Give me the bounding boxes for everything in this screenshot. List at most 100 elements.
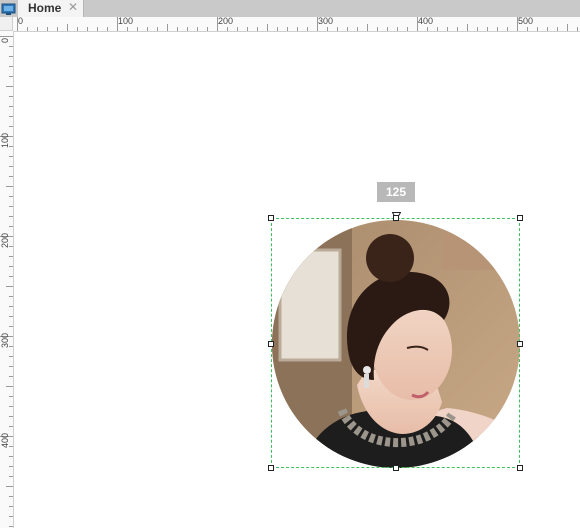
ruler-tick xyxy=(177,27,178,31)
ruler-tick xyxy=(9,306,13,307)
ruler-tick xyxy=(9,116,13,117)
ruler-tick xyxy=(247,27,248,31)
ruler-tick xyxy=(9,366,13,367)
ruler-tick xyxy=(167,24,168,31)
ruler-tick xyxy=(6,286,13,287)
ruler-tick xyxy=(297,27,298,31)
ruler-tick xyxy=(547,27,548,31)
ruler-tick xyxy=(437,27,438,31)
ruler-tick xyxy=(6,86,13,87)
ruler-tick xyxy=(9,516,13,517)
ruler-tick xyxy=(197,27,198,31)
ruler-tick xyxy=(327,27,328,31)
resize-handle-left[interactable] xyxy=(268,341,274,347)
ruler-tick xyxy=(387,27,388,31)
ruler-tick xyxy=(147,27,148,31)
v-ruler-label-100: 100 xyxy=(0,132,10,148)
ruler-corner xyxy=(0,17,13,31)
ruler-tick xyxy=(427,27,428,31)
ruler-tick xyxy=(9,496,13,497)
ruler-tick xyxy=(257,27,258,31)
ruler-tick xyxy=(9,506,13,507)
ruler-tick xyxy=(97,27,98,31)
ruler-tick xyxy=(467,24,468,31)
ruler-tick xyxy=(9,296,13,297)
ruler-tick xyxy=(9,406,13,407)
ruler-tick xyxy=(557,27,558,31)
ruler-tick xyxy=(9,156,13,157)
ruler-tick xyxy=(6,386,13,387)
ruler-tick xyxy=(9,96,13,97)
ruler-tick xyxy=(9,166,13,167)
ruler-tick xyxy=(9,466,13,467)
ruler-tick xyxy=(77,27,78,31)
ruler-tick xyxy=(9,126,13,127)
ruler-tick xyxy=(9,316,13,317)
ruler-tick xyxy=(37,27,38,31)
resize-handle-bottom[interactable] xyxy=(393,465,399,471)
close-icon[interactable]: ✕ xyxy=(68,0,78,14)
ruler-tick xyxy=(477,27,478,31)
ruler-tick xyxy=(337,27,338,31)
resize-handle-top[interactable] xyxy=(393,215,399,221)
selection-box[interactable] xyxy=(271,218,520,468)
h-ruler-label-0: 0 xyxy=(18,16,24,26)
app-icon xyxy=(0,0,17,17)
ruler-tick xyxy=(347,27,348,31)
ruler-tick xyxy=(9,526,13,527)
ruler-tick xyxy=(377,27,378,31)
ruler-tick xyxy=(9,256,13,257)
ruler-tick xyxy=(9,326,13,327)
ruler-tick xyxy=(47,27,48,31)
ruler-tick xyxy=(57,27,58,31)
ruler-tick xyxy=(9,396,13,397)
ruler-tick xyxy=(67,24,68,31)
ruler-tick xyxy=(567,24,568,31)
ruler-tick xyxy=(357,27,358,31)
vertical-ruler: 0 100 200 300 400 xyxy=(0,31,14,528)
ruler-tick xyxy=(6,486,13,487)
tab-home-label: Home xyxy=(28,1,62,15)
ruler-tick xyxy=(9,356,13,357)
h-ruler-label-100: 100 xyxy=(118,16,134,26)
ruler-tick xyxy=(9,196,13,197)
resize-handle-top-right[interactable] xyxy=(517,215,523,221)
v-ruler-label-400: 400 xyxy=(0,432,10,448)
ruler-tick xyxy=(237,27,238,31)
ruler-tick xyxy=(107,27,108,31)
v-ruler-label-300: 300 xyxy=(0,332,10,348)
ruler-tick xyxy=(9,56,13,57)
resize-handle-right[interactable] xyxy=(517,341,523,347)
ruler-tick xyxy=(227,27,228,31)
rotate-handle[interactable] xyxy=(391,207,402,221)
ruler-tick xyxy=(9,216,13,217)
ruler-tick xyxy=(447,27,448,31)
ruler-tick xyxy=(9,376,13,377)
ruler-tick xyxy=(277,27,278,31)
ruler-tick xyxy=(187,27,188,31)
ruler-tick xyxy=(9,206,13,207)
ruler-tick xyxy=(527,27,528,31)
ruler-tick xyxy=(9,476,13,477)
ruler-tick xyxy=(497,27,498,31)
ruler-tick xyxy=(9,426,13,427)
ruler-tick xyxy=(87,27,88,31)
ruler-tick xyxy=(9,66,13,67)
ruler-tick xyxy=(577,27,578,31)
ruler-tick xyxy=(267,24,268,31)
tab-bar: Home ✕ xyxy=(0,0,580,18)
ruler-tick xyxy=(397,27,398,31)
resize-handle-bottom-left[interactable] xyxy=(268,465,274,471)
ruler-tick xyxy=(367,24,368,31)
resize-handle-bottom-right[interactable] xyxy=(517,465,523,471)
ruler-tick xyxy=(487,27,488,31)
ruler-tick xyxy=(9,226,13,227)
ruler-tick xyxy=(9,106,13,107)
ruler-tick xyxy=(9,176,13,177)
ruler-tick xyxy=(307,27,308,31)
h-ruler-label-400: 400 xyxy=(418,16,434,26)
h-ruler-label-200: 200 xyxy=(218,16,234,26)
resize-handle-top-left[interactable] xyxy=(268,215,274,221)
tab-home[interactable]: Home ✕ xyxy=(18,0,84,17)
v-ruler-label-200: 200 xyxy=(0,232,10,248)
